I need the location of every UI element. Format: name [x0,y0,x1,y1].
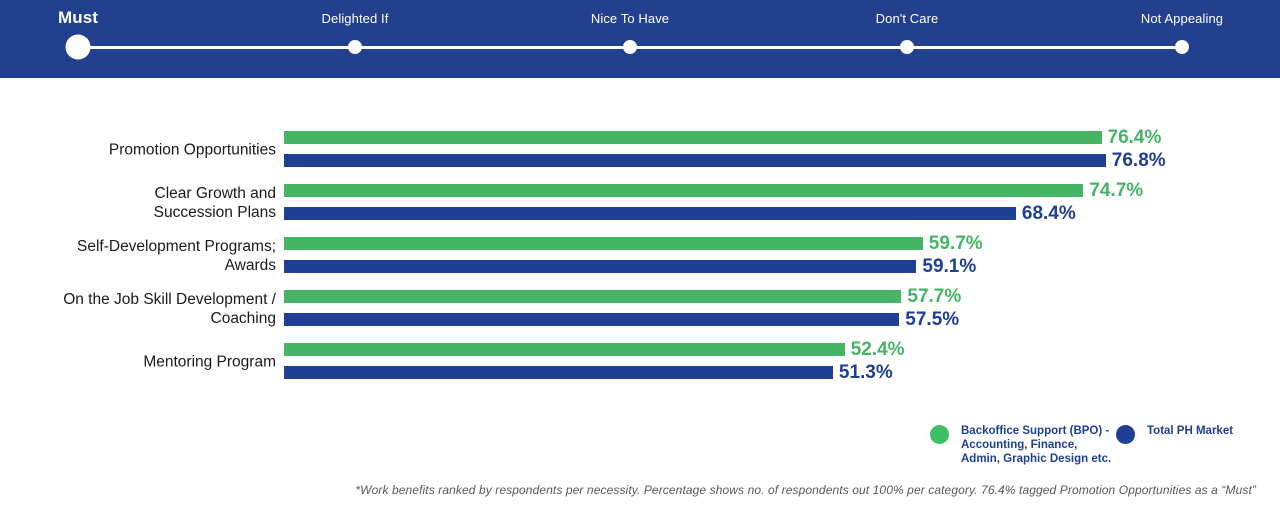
bar-value-label: 74.7% [1089,179,1144,201]
bar-blue[interactable] [284,207,1016,220]
bar-group-green: 74.7% [284,180,1143,201]
bar-value-label: 52.4% [850,338,905,360]
bar-group-blue: 59.1% [284,256,976,277]
bar-blue[interactable] [284,366,833,379]
category-bars: 76.4% 76.8% [284,123,1280,177]
legend-swatch-green-icon [930,425,949,444]
bar-group-blue: 76.8% [284,150,1166,171]
category-label: Promotion Opportunities [108,141,276,159]
category-bars: 52.4% 51.3% [284,335,1280,389]
bar-value-label: 76.4% [1107,126,1162,148]
scale-dot-4[interactable] [1175,40,1189,54]
bar-value-label: 51.3% [838,361,893,383]
bar-blue[interactable] [284,154,1106,167]
scale-dot-2[interactable] [623,40,637,54]
legend-item[interactable]: Backoffice Support (BPO) - Accounting, F… [930,424,1111,466]
category-label: Clear Growth and Succession Plans [153,185,276,221]
legend-label: Backoffice Support (BPO) - Accounting, F… [961,425,1112,465]
chart-footnote: *Work benefits ranked by respondents per… [355,483,1256,497]
scale-dot-0[interactable] [65,34,91,60]
bar-group-blue: 68.4% [284,203,1076,224]
bar-green[interactable] [284,237,923,250]
bar-value-label: 76.8% [1111,149,1166,171]
legend-item[interactable]: Total PH Market [1116,424,1233,444]
scale-dot-3[interactable] [900,40,914,54]
chart-category-row: Self-Development Programs; Awards 59.7% 59… [0,229,1280,283]
scale-dot-1[interactable] [348,40,362,54]
bar-value-label: 57.7% [907,285,962,307]
bar-green[interactable] [284,343,845,356]
bar-green[interactable] [284,131,1102,144]
chart-category-row: On the Job Skill Development / Coaching 5… [0,282,1280,336]
scale-label-4: Not Appealing [1140,11,1224,26]
bar-group-blue: 51.3% [284,362,893,383]
bar-group-green: 76.4% [284,127,1161,148]
bar-blue[interactable] [284,260,917,273]
chart-legend: Backoffice Support (BPO) - Accounting, F… [930,424,1280,476]
scale-label-2: Nice To Have [590,11,670,26]
bar-green[interactable] [284,290,902,303]
category-bars: 74.7% 68.4% [284,176,1280,230]
scale-label-0: Must [57,8,99,27]
scale-label-row: Must Delighted If Nice To Have Don't Care No… [0,0,1280,40]
bar-green[interactable] [284,184,1084,197]
chart-category-row: Promotion Opportunities 76.4% 76.8% [0,123,1280,177]
scale-label-1: Delighted If [321,11,389,26]
category-bars: 59.7% 59.1% [284,229,1280,283]
bar-group-green: 57.7% [284,286,961,307]
bar-value-label: 59.1% [922,255,977,277]
category-label: Self-Development Programs; Awards [77,238,276,274]
category-label: Mentoring Program [143,353,276,371]
category-label: On the Job Skill Development / Coaching [63,291,276,327]
necessity-scale-header: Must Delighted If Nice To Have Don't Care No… [0,0,1280,78]
scale-label-3: Don't Care [875,11,939,26]
chart-category-row: Mentoring Program 52.4% 51.3% [0,335,1280,389]
bar-value-label: 57.5% [905,308,960,330]
bar-value-label: 59.7% [928,232,983,254]
bar-value-label: 68.4% [1021,202,1076,224]
legend-label: Total PH Market [1147,425,1234,437]
bar-group-green: 59.7% [284,233,983,254]
chart-category-row: Clear Growth and Succession Plans 74.7% 68… [0,176,1280,230]
legend-swatch-blue-icon [1116,425,1135,444]
bar-group-green: 52.4% [284,339,905,360]
category-bars: 57.7% 57.5% [284,282,1280,336]
bar-group-blue: 57.5% [284,309,959,330]
bar-blue[interactable] [284,313,900,326]
